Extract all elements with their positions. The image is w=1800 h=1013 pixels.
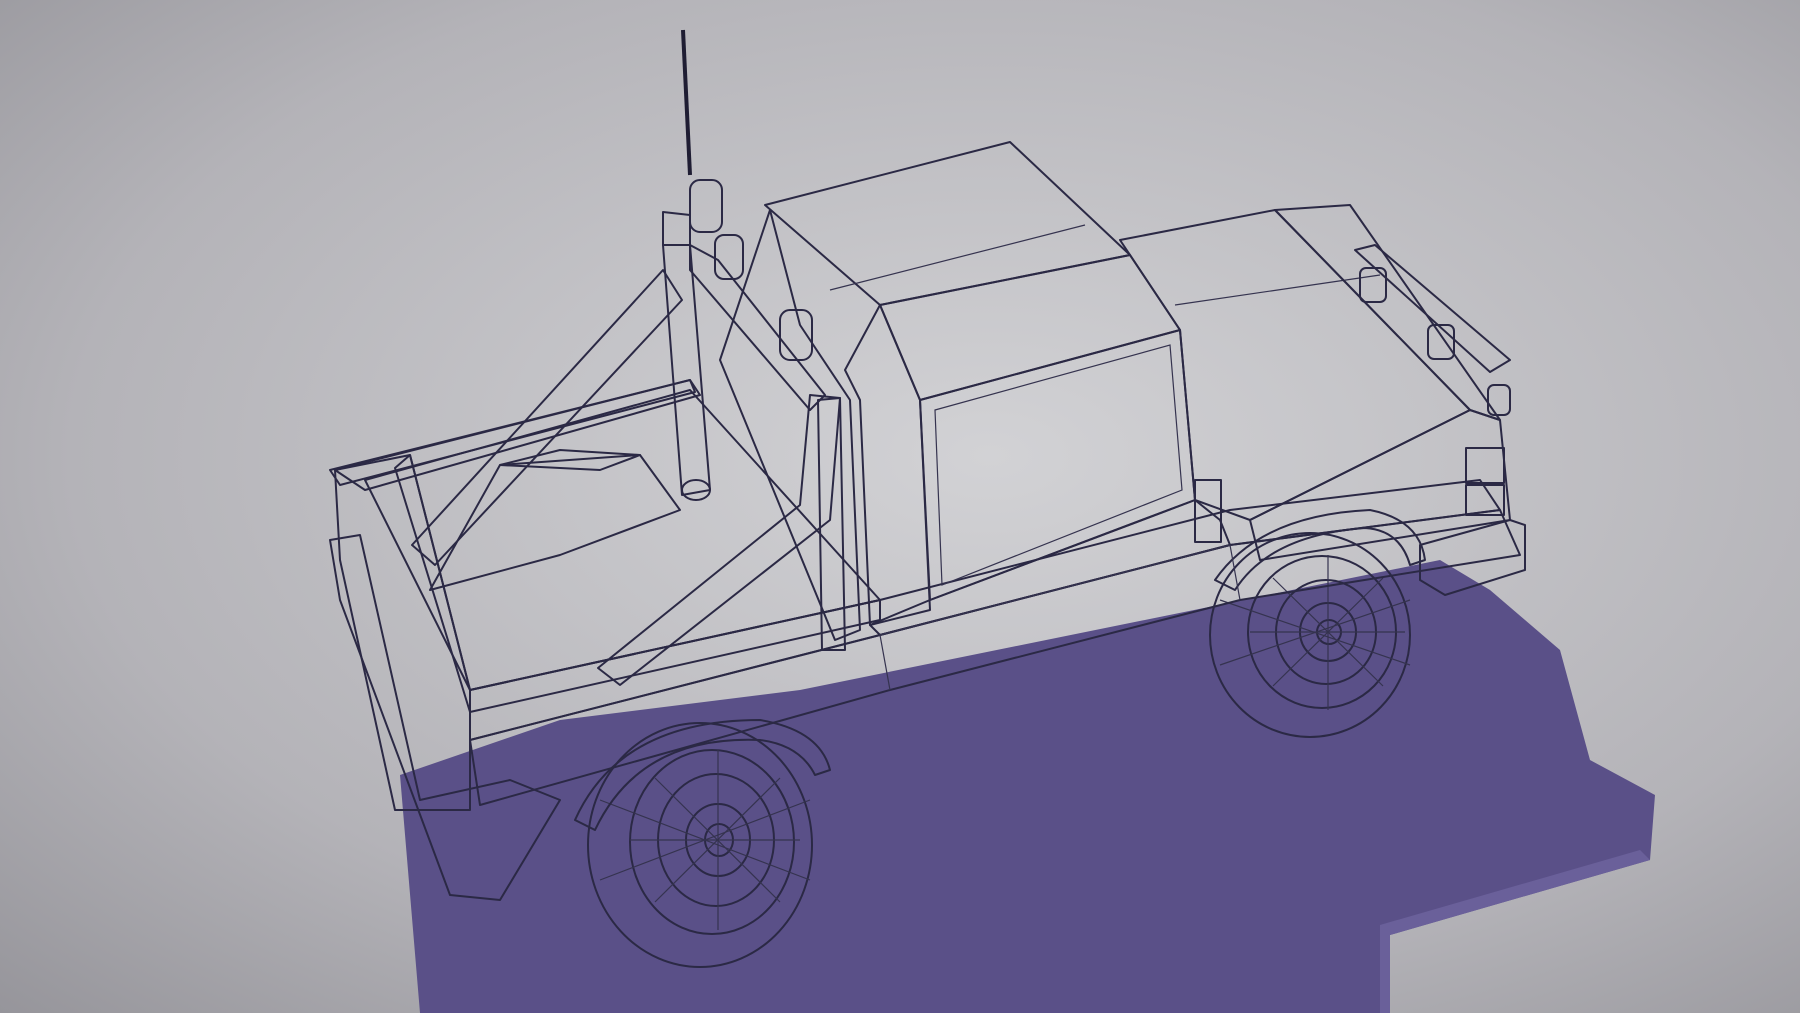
truck-render <box>0 0 1800 1013</box>
render-viewport <box>0 0 1800 1013</box>
